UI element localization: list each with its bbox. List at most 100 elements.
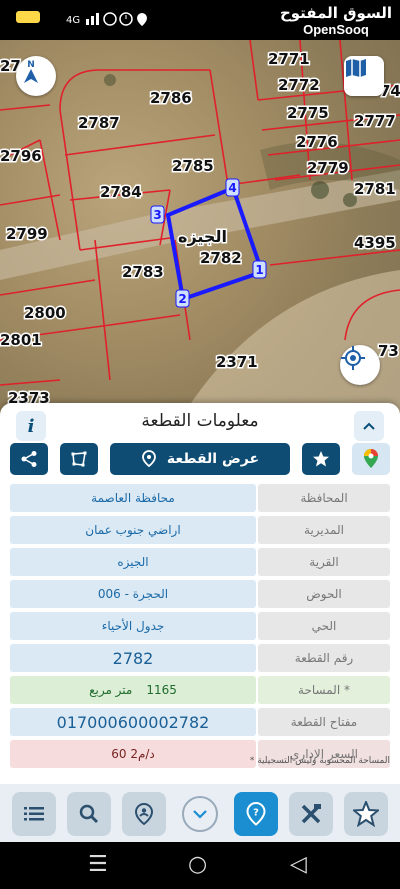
bottom-toolbar: ?	[0, 784, 400, 842]
gps-locate-icon	[341, 346, 365, 370]
my-location-button[interactable]	[340, 345, 380, 385]
plot-key-label: مفتاح القطعة	[258, 708, 390, 736]
plot-number-value: 2782	[10, 644, 256, 672]
map-layers-button[interactable]	[344, 56, 384, 96]
plot-name-label: الجيزه	[178, 227, 227, 246]
google-maps-button[interactable]	[352, 443, 390, 475]
parcel-label: 2771	[268, 50, 310, 68]
location-pin-icon	[142, 450, 156, 468]
area-footnote: * المساحة المحسوبة وليس التسجيلية	[249, 756, 390, 766]
panel-title: معلومات القطعة	[141, 411, 259, 431]
share-icon	[21, 451, 37, 467]
governorate-label: المحافظة	[258, 484, 390, 512]
opensooq-brand: السوق المفتوح OpenSooq	[280, 4, 392, 37]
svg-text:N: N	[27, 60, 35, 70]
parcel-label: 2784	[100, 183, 142, 201]
system-nav-bar: ☰ ○ ◁	[0, 842, 400, 889]
signal-4g-icon: 4G	[66, 15, 80, 26]
recent-apps-icon[interactable]: ☰	[88, 852, 108, 877]
row-governorate: محافظة العاصمة المحافظة	[10, 484, 390, 512]
google-maps-icon	[364, 449, 378, 468]
satellite-map[interactable]: 2771 2772 2786 2787 2775 2777 2796 2776 …	[0, 40, 400, 420]
map-icon	[346, 59, 366, 77]
nearby-button[interactable]	[122, 792, 166, 836]
parcel-label: 2800	[24, 304, 66, 322]
village-label: القرية	[258, 548, 390, 576]
parcel-label: 2775	[287, 104, 329, 122]
brand-arabic: السوق المفتوح	[279, 4, 392, 22]
parcel-label: 2786	[150, 89, 192, 107]
parcel-label: 2796	[0, 147, 42, 165]
row-area: متر مربع 1165 المساحة *	[10, 676, 390, 704]
area-label: المساحة *	[258, 676, 390, 704]
tools-icon	[301, 804, 321, 824]
parcel-label: 2779	[307, 159, 349, 177]
whatsapp-icon	[103, 12, 117, 26]
parcel-label: 2772	[278, 76, 320, 94]
brand-english: OpenSooq	[303, 22, 369, 37]
polygon-select-icon	[71, 451, 87, 467]
measure-area-button[interactable]	[60, 443, 98, 475]
list-icon	[24, 807, 44, 821]
person-pin-icon	[134, 803, 154, 825]
signal-bar-icon	[86, 19, 89, 25]
parcel-label: 2777	[354, 112, 396, 130]
status-icons: 4G	[66, 11, 156, 30]
chevron-down-icon	[193, 810, 207, 819]
plot-info-table: محافظة العاصمة المحافظة اراضي جنوب عمان …	[10, 484, 390, 772]
panel-actions: عرض القطعة	[0, 443, 400, 479]
plot-key-value: 017000600002782	[10, 708, 256, 736]
village-value: الجيزه	[10, 548, 256, 576]
search-icon	[79, 804, 99, 824]
row-neighborhood: جدول الأحياء الحي	[10, 612, 390, 640]
parcel-label: 2371	[216, 353, 258, 371]
vertex-3-label: 3	[153, 208, 161, 222]
directorate-value: اراضي جنوب عمان	[10, 516, 256, 544]
chevron-up-icon	[363, 422, 375, 430]
parcel-label: 2801	[0, 331, 42, 349]
parcel-label: 2781	[354, 180, 396, 198]
collapse-panel-button[interactable]	[354, 411, 384, 441]
parcel-label: 2785	[172, 157, 214, 175]
home-icon[interactable]: ○	[188, 852, 207, 877]
parcel-label: 2799	[6, 225, 48, 243]
compass-button[interactable]: N	[16, 56, 56, 96]
basin-value: الحجرة - 006	[10, 580, 256, 608]
show-plot-label: عرض القطعة	[166, 451, 260, 467]
row-plot-number: 2782 رقم القطعة	[10, 644, 390, 672]
neighborhood-value: جدول الأحياء	[10, 612, 256, 640]
parcel-label: 2782	[200, 249, 242, 267]
admin-price-value: 60 د/م2	[10, 740, 256, 768]
back-icon[interactable]: ◁	[290, 852, 307, 877]
list-button[interactable]	[12, 792, 56, 836]
row-directorate: اراضي جنوب عمان المديرية	[10, 516, 390, 544]
share-button[interactable]	[10, 443, 48, 475]
vertex-4-label: 4	[228, 181, 236, 195]
parcel-label: 2776	[296, 133, 338, 151]
plot-info-panel: i معلومات القطعة عرض القطعة محافظة العاص…	[0, 403, 400, 785]
panel-header: i معلومات القطعة	[0, 403, 400, 443]
parcel-label: 73	[378, 342, 399, 360]
time-badge-icon	[16, 11, 40, 23]
location-icon	[137, 13, 147, 26]
expand-toolbar-button[interactable]	[182, 796, 218, 832]
vertex-1-label: 1	[255, 263, 263, 277]
plot-inquiry-button[interactable]: ?	[234, 792, 278, 836]
favorite-button[interactable]	[302, 443, 340, 475]
basin-label: الحوض	[258, 580, 390, 608]
star-outline-icon	[353, 801, 379, 827]
show-plot-button[interactable]: عرض القطعة	[110, 443, 290, 475]
svg-text:?: ?	[253, 808, 259, 819]
area-number: 1165	[146, 683, 177, 697]
row-plot-key: 017000600002782 مفتاح القطعة	[10, 708, 390, 736]
neighborhood-label: الحي	[258, 612, 390, 640]
plot-number-label: رقم القطعة	[258, 644, 390, 672]
row-basin: الحجرة - 006 الحوض	[10, 580, 390, 608]
parcel-label: 4395	[354, 234, 396, 252]
compass-icon: N	[24, 60, 38, 83]
favorites-button[interactable]	[344, 792, 388, 836]
tools-button[interactable]	[289, 792, 333, 836]
search-button[interactable]	[67, 792, 111, 836]
parcel-label: 2787	[78, 114, 120, 132]
vertex-2-label: 2	[178, 292, 186, 306]
